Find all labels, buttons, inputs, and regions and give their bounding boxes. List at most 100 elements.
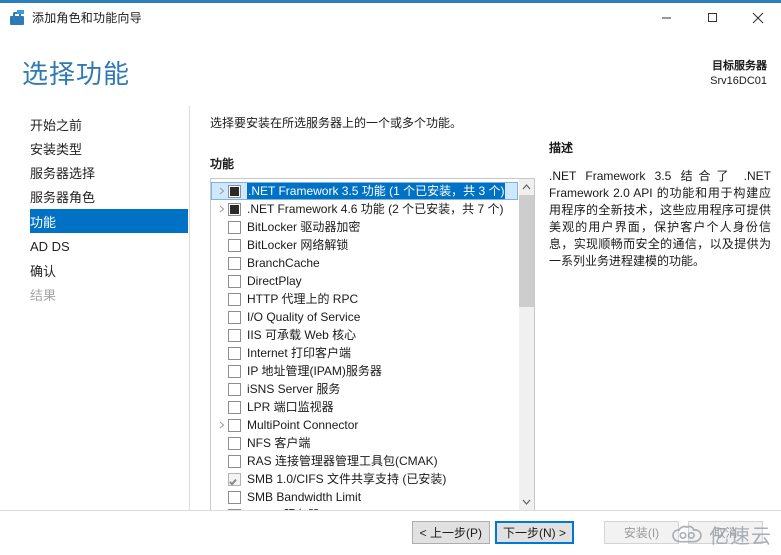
feature-label: BitLocker 网络解锁 bbox=[247, 238, 349, 252]
feature-row[interactable]: .NET Framework 3.5 功能 (1 个已安装，共 3 个) bbox=[211, 182, 518, 200]
scroll-down-icon[interactable] bbox=[519, 494, 534, 510]
feature-row[interactable]: iSNS Server 服务 bbox=[211, 380, 518, 398]
feature-label: LPR 端口监视器 bbox=[247, 400, 334, 414]
minimize-icon[interactable] bbox=[643, 3, 689, 32]
sidebar-item-label: 确认 bbox=[30, 263, 57, 279]
feature-checkbox[interactable] bbox=[228, 472, 241, 486]
feature-row[interactable]: DirectPlay bbox=[211, 272, 518, 290]
feature-label: BitLocker 驱动器加密 bbox=[247, 220, 361, 234]
feature-checkbox[interactable] bbox=[228, 418, 241, 432]
description-panel: 描述 .NET Framework 3.5 结合了 .NET Framework… bbox=[540, 106, 781, 510]
feature-row[interactable]: SMB 1.0/CIFS 文件共享支持 (已安装) bbox=[211, 470, 518, 488]
description-body: .NET Framework 3.5 结合了 .NET Framework 2.… bbox=[549, 169, 771, 268]
sidebar-item-label: 服务器角色 bbox=[30, 189, 96, 205]
wizard-footer: < 上一步(P) 下一步(N) > 安装(I) 取消 亿速云 bbox=[0, 510, 781, 555]
features-list: .NET Framework 3.5 功能 (1 个已安装，共 3 个) .NET… bbox=[211, 179, 518, 510]
feature-label: BranchCache bbox=[247, 256, 320, 270]
target-server-info: 目标服务器 Srv16DC01 bbox=[710, 59, 767, 89]
feature-checkbox[interactable] bbox=[228, 184, 241, 198]
features-scrollbar[interactable] bbox=[518, 179, 534, 510]
feature-row[interactable]: LPR 端口监视器 bbox=[211, 398, 518, 416]
feature-checkbox[interactable] bbox=[228, 382, 241, 396]
feature-row[interactable]: BitLocker 网络解锁 bbox=[211, 236, 518, 254]
feature-label: IP 地址管理(IPAM)服务器 bbox=[247, 364, 382, 378]
feature-row[interactable]: I/O Quality of Service bbox=[211, 308, 518, 326]
feature-checkbox[interactable] bbox=[228, 238, 241, 252]
feature-checkbox[interactable] bbox=[228, 490, 241, 504]
sidebar-item-label: 服务器选择 bbox=[30, 165, 96, 181]
wizard-sidebar: 开始之前安装类型服务器选择服务器角色功能 AD DS 确认结果 bbox=[0, 106, 190, 510]
cancel-button[interactable]: 取消 bbox=[688, 521, 763, 544]
feature-checkbox[interactable] bbox=[228, 202, 241, 216]
sidebar-item-4[interactable]: 功能 bbox=[30, 209, 188, 233]
feature-checkbox[interactable] bbox=[228, 292, 241, 306]
feature-row[interactable]: HTTP 代理上的 RPC bbox=[211, 290, 518, 308]
feature-row[interactable]: SMB Bandwidth Limit bbox=[211, 488, 518, 506]
title-bar: 添加角色和功能向导 bbox=[0, 3, 781, 32]
feature-label: MultiPoint Connector bbox=[247, 418, 359, 432]
wizard-icon bbox=[9, 9, 25, 26]
feature-row[interactable]: BitLocker 驱动器加密 bbox=[211, 218, 518, 236]
feature-row[interactable]: MultiPoint Connector bbox=[211, 416, 518, 434]
maximize-icon[interactable] bbox=[689, 3, 735, 32]
feature-label: RAS 连接管理器管理工具包(CMAK) bbox=[247, 454, 438, 468]
sidebar-item-3[interactable]: 服务器角色 bbox=[0, 185, 189, 207]
feature-row[interactable]: NFS 客户端 bbox=[211, 434, 518, 452]
feature-checkbox[interactable] bbox=[228, 328, 241, 342]
feature-label: IIS 可承载 Web 核心 bbox=[247, 328, 357, 342]
window-title: 添加角色和功能向导 bbox=[32, 11, 142, 25]
sidebar-item-2[interactable]: 服务器选择 bbox=[0, 161, 189, 183]
scroll-up-icon[interactable] bbox=[519, 179, 534, 195]
sidebar-item-5[interactable]: AD DS bbox=[0, 235, 189, 257]
feature-label: iSNS Server 服务 bbox=[247, 382, 341, 396]
target-server-label: 目标服务器 bbox=[712, 60, 767, 72]
sidebar-item-label: 功能 bbox=[30, 214, 57, 230]
page-header: 选择功能 目标服务器 Srv16DC01 bbox=[0, 32, 781, 106]
add-roles-features-wizard-window: 添加角色和功能向导 选择功能 目标服务器 Srv16DC01 开始之前安装类型服… bbox=[0, 0, 781, 555]
feature-row[interactable]: .NET Framework 4.6 功能 (2 个已安装，共 7 个) bbox=[211, 200, 518, 218]
sidebar-item-7: 结果 bbox=[0, 283, 189, 305]
expand-arrow-icon[interactable] bbox=[215, 421, 228, 429]
sidebar-item-label: AD DS bbox=[30, 238, 70, 254]
feature-label: HTTP 代理上的 RPC bbox=[247, 292, 359, 306]
install-button[interactable]: 安装(I) bbox=[604, 521, 679, 544]
target-server-value: Srv16DC01 bbox=[710, 75, 767, 87]
features-panel: 选择要安装在所选服务器上的一个或多个功能。 功能 .NET Framework … bbox=[190, 106, 540, 511]
sidebar-item-0[interactable]: 开始之前 bbox=[0, 113, 189, 135]
features-listbox[interactable]: .NET Framework 3.5 功能 (1 个已安装，共 3 个) .NET… bbox=[210, 178, 535, 511]
feature-checkbox[interactable] bbox=[228, 364, 241, 378]
feature-row[interactable]: BranchCache bbox=[211, 254, 518, 272]
window-controls bbox=[643, 3, 781, 32]
previous-button[interactable]: < 上一步(P) bbox=[411, 521, 490, 544]
feature-label: SMB Bandwidth Limit bbox=[247, 490, 362, 504]
features-section-label: 功能 bbox=[210, 157, 235, 171]
feature-checkbox[interactable] bbox=[228, 220, 241, 234]
scrollbar-thumb[interactable] bbox=[519, 195, 534, 307]
feature-row[interactable]: IP 地址管理(IPAM)服务器 bbox=[211, 362, 518, 380]
feature-row[interactable]: IIS 可承载 Web 核心 bbox=[211, 326, 518, 344]
expand-arrow-icon[interactable] bbox=[215, 187, 228, 195]
feature-checkbox[interactable] bbox=[228, 346, 241, 360]
body-area: 开始之前 安装类型 服务器选择 服务器角色 功能 AD DS 确认 结果 选择要安装在所选服务… bbox=[0, 106, 781, 511]
feature-row[interactable]: RAS 连接管理器管理工具包(CMAK) bbox=[211, 452, 518, 470]
feature-checkbox[interactable] bbox=[228, 274, 241, 288]
sidebar-item-6[interactable]: 确认 bbox=[0, 259, 189, 281]
feature-checkbox[interactable] bbox=[228, 436, 241, 450]
feature-checkbox[interactable] bbox=[228, 400, 241, 414]
feature-checkbox[interactable] bbox=[228, 454, 241, 468]
feature-checkbox[interactable] bbox=[228, 256, 241, 270]
feature-row[interactable]: Internet 打印客户端 bbox=[211, 344, 518, 362]
sidebar-item-label: 安装类型 bbox=[30, 141, 83, 157]
feature-label: .NET Framework 4.6 功能 (2 个已安装，共 7 个) bbox=[247, 202, 504, 216]
next-button[interactable]: 下一步(N) > bbox=[494, 521, 574, 544]
sidebar-item-label: 结果 bbox=[30, 287, 57, 303]
expand-arrow-icon[interactable] bbox=[215, 205, 228, 213]
feature-checkbox[interactable] bbox=[228, 310, 241, 324]
feature-label: DirectPlay bbox=[247, 274, 302, 288]
instruction-text: 选择要安装在所选服务器上的一个或多个功能。 bbox=[210, 116, 463, 130]
sidebar-item-1[interactable]: 安装类型 bbox=[0, 137, 189, 159]
feature-label: NFS 客户端 bbox=[247, 436, 311, 450]
close-icon[interactable] bbox=[735, 3, 781, 32]
description-title: 描述 bbox=[549, 141, 574, 155]
feature-label: I/O Quality of Service bbox=[247, 310, 361, 324]
